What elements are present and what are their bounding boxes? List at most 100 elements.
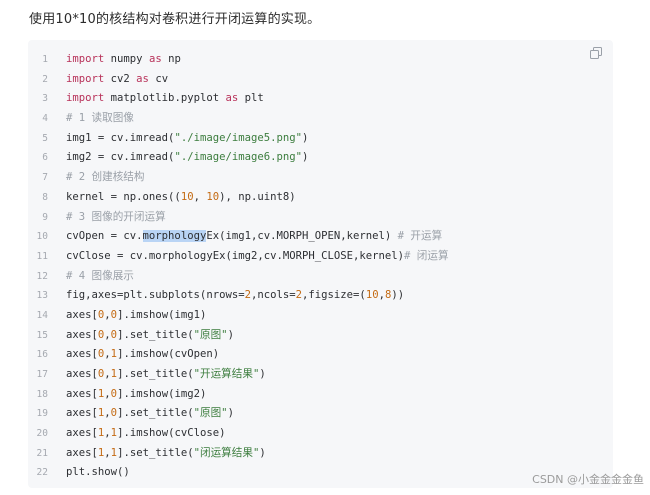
- code-token: as: [136, 72, 149, 85]
- code-text: # 2 创建核结构: [66, 168, 144, 188]
- code-text: import cv2 as cv: [66, 70, 168, 90]
- code-line: 10 cvOpen = cv.morphologyEx(img1,cv.MORPH…: [28, 227, 613, 247]
- line-number: 2: [42, 73, 48, 85]
- line-number: 5: [42, 132, 48, 144]
- code-text: axes[0,0].imshow(img1): [66, 306, 206, 326]
- code-token: axes[: [66, 308, 98, 321]
- code-token: plt.show(): [66, 466, 130, 479]
- line-number: 16: [36, 349, 48, 361]
- code-line: 22 plt.show(): [28, 463, 613, 483]
- code-token: 10: [206, 190, 220, 203]
- line-number: 20: [36, 428, 48, 440]
- code-token: "原图": [193, 328, 228, 341]
- line-number: 12: [36, 270, 48, 282]
- line-number: 4: [42, 113, 48, 125]
- code-token: ), np.uint8): [219, 190, 296, 203]
- line-number: 17: [36, 369, 48, 380]
- line-number: 11: [36, 250, 48, 262]
- line-number: 3: [42, 93, 48, 105]
- code-token: as: [225, 92, 239, 105]
- code-line: 17 axes[0,1].set_title("开运算结果"): [28, 365, 613, 385]
- code-token: np: [161, 53, 181, 65]
- code-line: 18 axes[1,0].imshow(img2): [28, 385, 613, 405]
- code-token: 10: [180, 190, 194, 203]
- code-line: 7 # 2 创建核结构: [28, 168, 613, 188]
- code-line: 8 kernel = np.ones((10, 10), np.uint8): [28, 188, 613, 208]
- code-token: ].set_title(: [117, 368, 194, 380]
- code-token: ].imshow(img1): [117, 308, 207, 321]
- code-token: fig,axes=plt.subplots(nrows=: [66, 289, 245, 302]
- code-token: ,: [193, 190, 207, 203]
- code-text: axes[1,1].set_title("闭运算结果"): [66, 444, 266, 464]
- line-number: 8: [42, 191, 48, 203]
- code-line: 15 axes[0,0].set_title("原图"): [28, 326, 613, 346]
- line-number: 13: [36, 290, 48, 302]
- code-token: ): [302, 151, 309, 164]
- code-token: import: [66, 72, 105, 85]
- code-text: axes[0,1].imshow(cvOpen): [66, 345, 219, 365]
- code-token: kernel = np.ones((: [66, 190, 181, 203]
- code-token: "闭运算结果": [193, 446, 260, 459]
- line-number: 7: [42, 172, 48, 184]
- code-token: ].imshow(cvOpen): [117, 348, 220, 361]
- code-line: 3 import matplotlib.pyplot as plt: [28, 89, 613, 109]
- code-text: axes[0,1].set_title("开运算结果"): [66, 365, 266, 385]
- code-text: import numpy as np: [66, 50, 181, 70]
- code-token: axes[: [66, 387, 98, 400]
- code-token: cvClose = cv.morphologyEx(img2,cv.MORPH_…: [66, 249, 405, 262]
- code-token: img2 = cv.imread(: [66, 151, 175, 164]
- code-text: axes[0,0].set_title("原图"): [66, 326, 234, 346]
- code-token: # 3 图像的开闭运算: [66, 210, 166, 223]
- code-text: # 4 图像展示: [66, 267, 134, 287]
- code-line: 21 axes[1,1].set_title("闭运算结果"): [28, 444, 613, 464]
- code-token: ].imshow(img2): [117, 387, 207, 400]
- code-token: "./image/image5.png": [174, 131, 302, 144]
- code-token: # 2 创建核结构: [66, 171, 145, 184]
- code-token: )): [391, 289, 405, 302]
- code-token: axes[: [66, 328, 98, 341]
- code-token: axes[: [66, 368, 98, 380]
- code-lines: 1 import numpy as np 2 import cv2 as cv 3 imp…: [28, 50, 613, 483]
- code-token: import: [66, 53, 105, 65]
- code-text: cvClose = cv.morphologyEx(img2,cv.MORPH_…: [66, 247, 449, 267]
- code-token: # 1 读取图像: [66, 112, 134, 125]
- code-text: cvOpen = cv.morphologyEx(img1,cv.MORPH_O…: [66, 227, 442, 247]
- code-token: axes[: [66, 348, 98, 361]
- intro-text: 使用10*10的核结构对卷积进行开闭运算的实现。: [29, 12, 321, 27]
- code-line: 11 cvClose = cv.morphologyEx(img2,cv.MORP…: [28, 247, 613, 267]
- code-line: 5 img1 = cv.imread("./image/image5.png"): [28, 129, 613, 149]
- code-token: as: [148, 53, 162, 65]
- code-token: ): [227, 407, 234, 420]
- line-number: 15: [36, 329, 48, 341]
- code-token: axes[: [66, 427, 98, 440]
- code-line: 1 import numpy as np: [28, 50, 613, 70]
- line-number: 14: [36, 309, 48, 321]
- code-line: 6 img2 = cv.imread("./image/image6.png"): [28, 148, 613, 168]
- code-token: "./image/image6.png": [174, 151, 302, 164]
- line-number: 22: [36, 467, 48, 479]
- line-number: 21: [36, 447, 48, 459]
- code-text: # 3 图像的开闭运算: [66, 208, 166, 228]
- code-token: cvOpen = cv.: [66, 230, 143, 243]
- code-text: plt.show(): [66, 463, 130, 483]
- code-token: ].set_title(: [117, 328, 194, 341]
- code-token: ,ncols=: [250, 289, 296, 302]
- code-token: cv: [148, 72, 169, 85]
- code-token: ].imshow(cvClose): [117, 427, 226, 440]
- code-token: ): [227, 328, 234, 341]
- code-text: # 1 读取图像: [66, 109, 134, 129]
- code-text: axes[1,0].set_title("原图"): [66, 404, 234, 424]
- code-text: fig,axes=plt.subplots(nrows=2,ncols=2,fi…: [66, 286, 404, 306]
- code-text: img2 = cv.imread("./image/image6.png"): [66, 148, 308, 168]
- code-token: ): [259, 446, 266, 459]
- code-token: ].set_title(: [117, 446, 194, 459]
- code-line: 19 axes[1,0].set_title("原图"): [28, 404, 613, 424]
- code-token: matplotlib.pyplot: [104, 92, 226, 105]
- code-line: 12 # 4 图像展示: [28, 267, 613, 287]
- line-number: 1: [42, 54, 48, 65]
- code-token: numpy: [104, 53, 149, 65]
- code-token: "开运算结果": [193, 368, 260, 380]
- code-line: 4 # 1 读取图像: [28, 109, 613, 129]
- code-line: 9 # 3 图像的开闭运算: [28, 208, 613, 228]
- code-token: axes[: [66, 446, 98, 459]
